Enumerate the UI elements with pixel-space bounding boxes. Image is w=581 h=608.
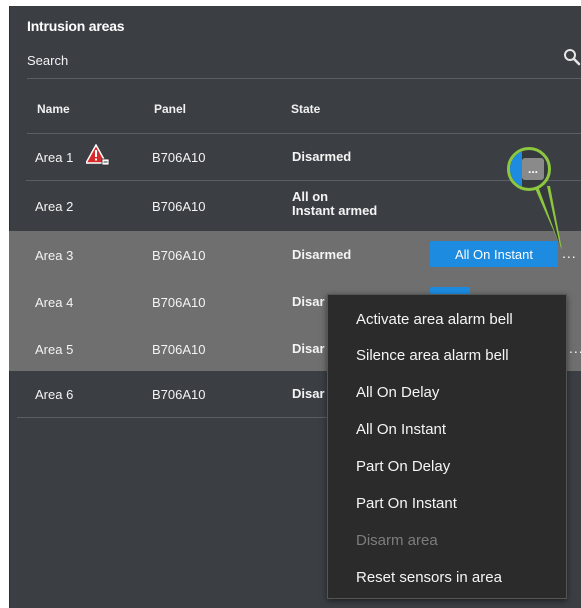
callout-pointer — [534, 186, 562, 250]
row-divider — [17, 417, 337, 418]
area-name: Area 5 — [35, 342, 74, 357]
area-name: Area 4 — [35, 295, 74, 310]
panel-title: Intrusion areas — [27, 18, 125, 34]
area-state: Disar — [292, 341, 325, 356]
table-row[interactable]: Area 1 B706A10 Disarmed — [9, 135, 581, 181]
panel-name: B706A10 — [152, 199, 206, 214]
area-name: Area 3 — [35, 248, 74, 263]
area-name: Area 1 — [35, 150, 74, 165]
search-box[interactable]: Search — [27, 48, 581, 72]
area-state-line-2: Instant armed — [292, 203, 378, 218]
table-row[interactable]: Area 3 B706A10 Disarmed All On Instant .… — [9, 231, 581, 279]
area-name: Area 2 — [35, 199, 74, 214]
search-icon[interactable] — [563, 48, 581, 66]
panel-name: B706A10 — [152, 387, 206, 402]
area-state: Disar — [292, 386, 325, 401]
area-state: Disarmed — [292, 247, 352, 262]
area-state: All on Instant armed — [292, 190, 377, 218]
panel-name: B706A10 — [152, 248, 206, 263]
search-label[interactable]: Search — [27, 53, 68, 68]
column-header-name[interactable]: Name — [37, 102, 70, 116]
panel-name: B706A10 — [152, 150, 206, 165]
search-underline — [27, 78, 581, 79]
menu-item-all-on-delay[interactable]: All On Delay — [356, 384, 439, 401]
panel-name: B706A10 — [152, 295, 206, 310]
column-header-state[interactable]: State — [291, 102, 320, 116]
column-header-panel[interactable]: Panel — [154, 102, 186, 116]
menu-item-all-on-instant[interactable]: All On Instant — [356, 421, 446, 438]
alert-triangle-icon — [84, 143, 110, 166]
menu-item-part-on-instant[interactable]: Part On Instant — [356, 495, 457, 512]
area-state: Disarmed — [292, 149, 352, 164]
callout-magnifier: ... — [507, 147, 551, 191]
header-divider — [27, 133, 581, 134]
table-row[interactable]: Area 2 B706A10 All on Instant armed — [9, 182, 581, 228]
more-options-icon: ... — [522, 158, 544, 180]
menu-item-reset-sensors-in-area[interactable]: Reset sensors in area — [356, 569, 502, 586]
row-divider — [26, 180, 581, 181]
menu-item-part-on-delay[interactable]: Part On Delay — [356, 458, 450, 475]
area-state-line-1: All on — [292, 189, 329, 204]
area-state: Disar — [292, 294, 325, 309]
menu-item-activate-area-alarm-bell[interactable]: Activate area alarm bell — [356, 311, 513, 328]
menu-item-disarm-area: Disarm area — [356, 532, 438, 549]
context-menu: Activate area alarm bell Silence area al… — [327, 294, 567, 599]
callout-blue-edge — [510, 150, 522, 188]
menu-item-silence-area-alarm-bell[interactable]: Silence area alarm bell — [356, 347, 509, 364]
area-name: Area 6 — [35, 387, 74, 402]
panel-name: B706A10 — [152, 342, 206, 357]
more-options-button[interactable]: ... — [569, 340, 581, 356]
